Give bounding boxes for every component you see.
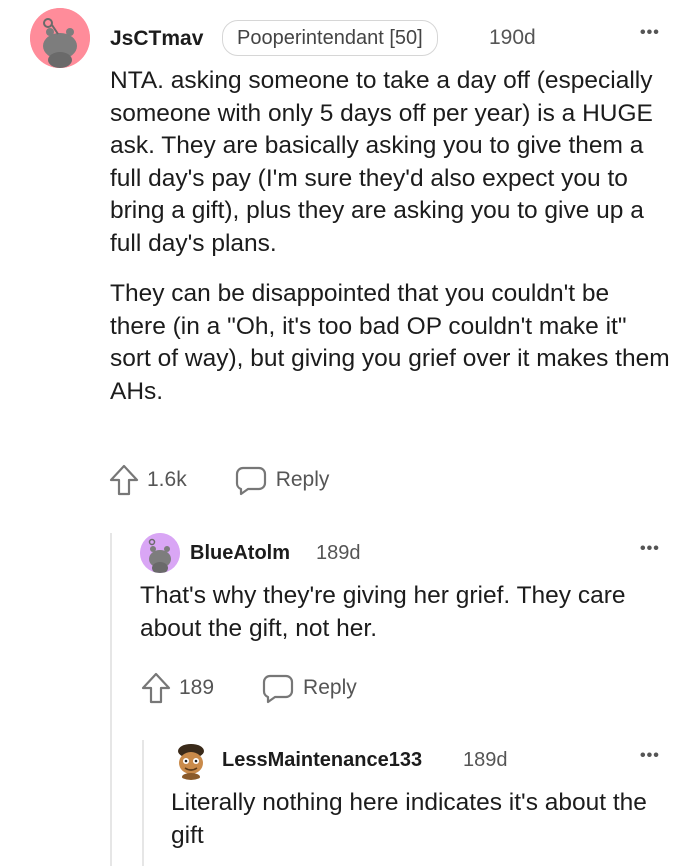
username[interactable]: BlueAtolm	[190, 542, 290, 565]
comment-paragraph: NTA. asking someone to take a day off (e…	[110, 67, 653, 257]
timestamp: 189d	[316, 542, 361, 564]
comment-paragraph: That's why they're giving her grief. The…	[140, 582, 626, 642]
reply-label: Reply	[275, 468, 330, 491]
comment-bubble-icon	[262, 674, 294, 704]
comment-blueatolm: BlueAtolm 189d ••• That's why they're gi…	[0, 520, 700, 720]
reply-button[interactable]: Reply	[235, 464, 330, 496]
comment-actions: 189 Reply	[140, 670, 357, 706]
vote-count: 1.6k	[147, 468, 187, 491]
more-options-icon[interactable]: •••	[640, 747, 660, 765]
user-flair: Pooperintendant [50]	[222, 20, 438, 56]
upvote-button[interactable]: 1.6k	[108, 463, 187, 497]
timestamp: 190d	[489, 26, 536, 49]
username[interactable]: JsCTmav	[110, 27, 203, 51]
reply-button[interactable]: Reply	[262, 672, 357, 704]
comment-lessmaintenance133: LessMaintenance133 189d ••• Literally no…	[0, 730, 700, 866]
more-options-icon[interactable]: •••	[640, 540, 660, 558]
timestamp: 189d	[463, 749, 508, 771]
comment-actions: 1.6k Reply	[108, 462, 329, 498]
snoo-avatar-icon	[178, 744, 204, 780]
vote-count: 189	[179, 676, 215, 699]
comment-body: Literally nothing here indicates it's ab…	[171, 787, 681, 852]
reply-label: Reply	[303, 676, 357, 699]
comment-paragraph: Literally nothing here indicates it's ab…	[171, 789, 647, 849]
upvote-icon	[109, 464, 139, 496]
upvote-button[interactable]: 189	[140, 671, 214, 705]
snoo-avatar-icon	[30, 8, 90, 68]
comment-jsctmav: JsCTmav Pooperintendant [50] 190d ••• NT…	[0, 0, 700, 510]
avatar[interactable]	[171, 740, 211, 780]
username[interactable]: LessMaintenance133	[222, 749, 422, 772]
more-options-icon[interactable]: •••	[640, 24, 660, 42]
upvote-icon	[141, 672, 171, 704]
comment-paragraph: They can be disappointed that you couldn…	[110, 280, 670, 405]
avatar[interactable]	[140, 533, 180, 573]
comment-bubble-icon	[235, 466, 266, 496]
comment-body: That's why they're giving her grief. The…	[140, 580, 660, 645]
avatar[interactable]	[30, 8, 90, 68]
comment-body: NTA. asking someone to take a day off (e…	[110, 65, 670, 408]
snoo-avatar-icon	[140, 533, 180, 573]
